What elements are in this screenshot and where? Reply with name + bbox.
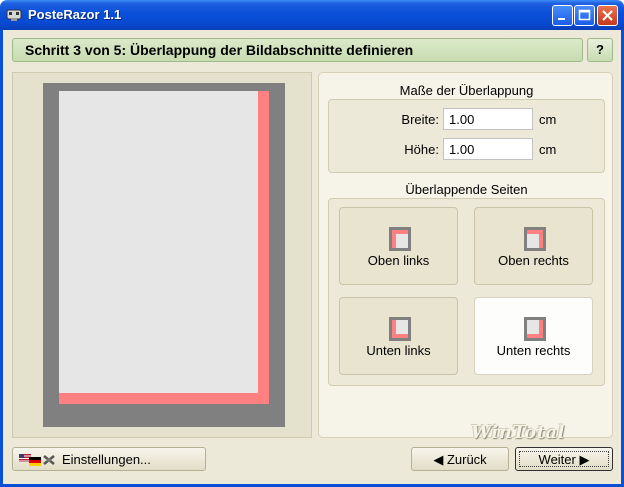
overlap-bottom-strip [59,393,269,404]
overlap-size-title: Maße der Überlappung [399,83,534,98]
title-bar: PosteRazor 1.1 [0,0,624,30]
bottom-right-corner-icon [524,317,546,341]
help-button[interactable]: ? [587,38,613,62]
overlap-pages-title: Überlappende Seiten [405,182,528,197]
next-button[interactable]: Weiter ▶ [515,447,613,471]
corner-bottom-right-label: Unten rechts [496,343,571,358]
corner-top-left-label: Oben links [367,253,430,268]
width-unit: cm [539,112,557,127]
overlap-right-strip [258,91,269,404]
minimize-button[interactable] [552,5,573,26]
corner-top-left-button[interactable]: Oben links [339,207,458,285]
height-unit: cm [539,142,557,157]
bottom-left-corner-icon [389,317,411,341]
preview-poster [43,83,285,427]
top-left-corner-icon [389,227,411,251]
width-label: Breite: [401,112,439,127]
maximize-button[interactable] [574,5,595,26]
close-icon [602,10,613,21]
window-title: PosteRazor 1.1 [28,7,122,22]
corner-bottom-left-label: Unten links [366,343,431,358]
back-button[interactable]: ◀ Zurück [411,447,509,471]
overlap-size-group: Breite: cm Höhe: cm [328,99,605,173]
corner-top-right-label: Oben rechts [498,253,569,268]
posterazor-app-icon [6,9,22,21]
height-input[interactable] [443,138,533,160]
corner-bottom-right-button[interactable]: Unten rechts [474,297,593,375]
minimize-icon [558,18,565,20]
settings-panel: Maße der Überlappung Breite: cm Höhe: cm… [318,72,613,438]
settings-label: Einstellungen... [62,452,151,467]
corner-bottom-left-button[interactable]: Unten links [339,297,458,375]
main-window: Schritt 3 von 5: Überlappung der Bildabs… [0,30,624,487]
watermark: WinTotal [471,422,565,443]
step-title: Schritt 3 von 5: Überlappung der Bildabs… [12,38,583,62]
overlap-pages-group: Oben links Oben rechts Unten links Unten… [328,198,605,386]
language-flags-icon [19,454,55,466]
maximize-icon [578,9,591,21]
height-label: Höhe: [404,142,439,157]
preview-page [59,91,258,393]
corner-top-right-button[interactable]: Oben rechts [474,207,593,285]
close-button[interactable] [597,5,618,26]
width-input[interactable] [443,108,533,130]
settings-button[interactable]: Einstellungen... [12,447,206,471]
overlap-preview [12,72,312,438]
top-right-corner-icon [524,227,546,251]
